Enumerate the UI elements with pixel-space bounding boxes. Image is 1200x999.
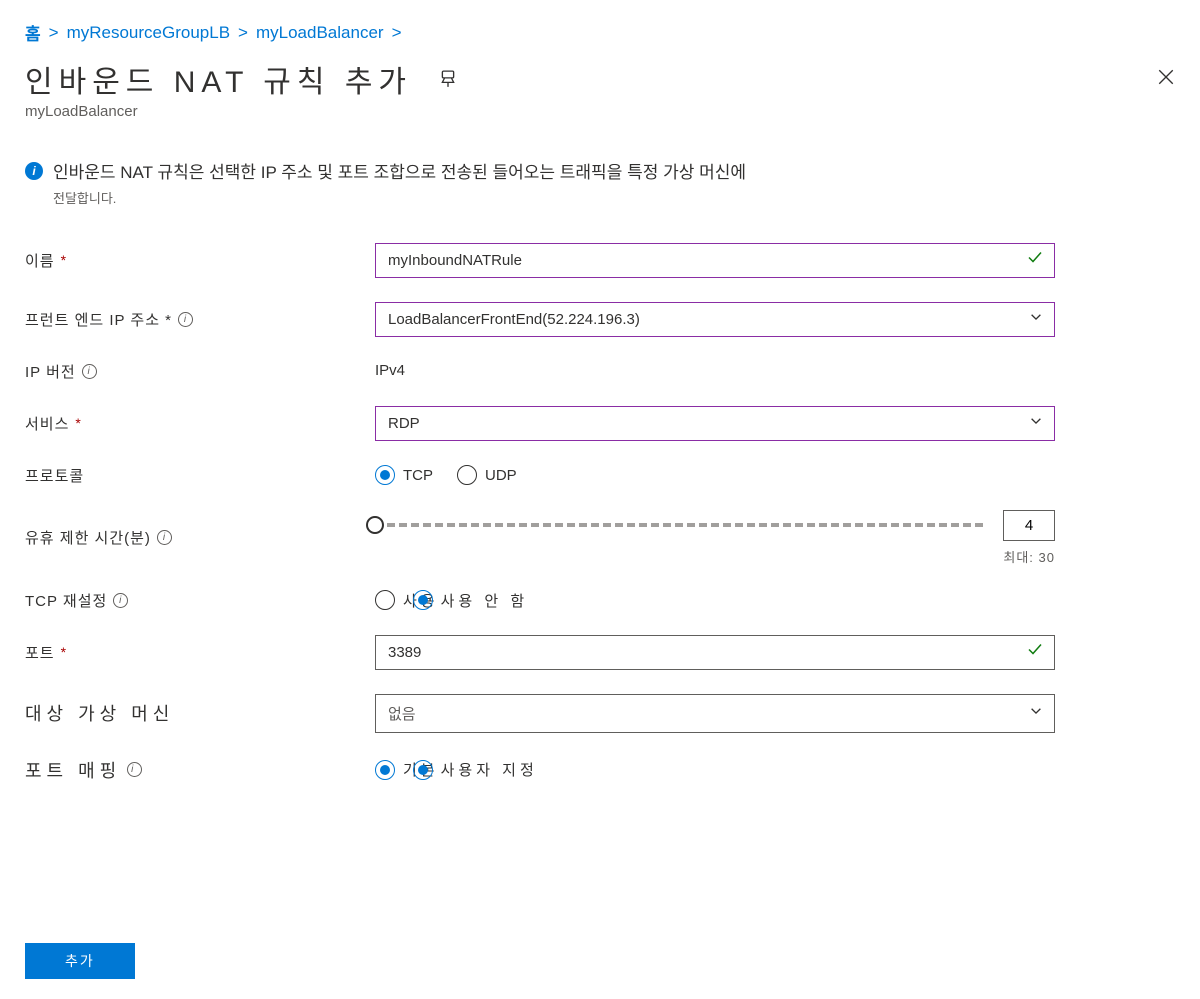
required-indicator: * (61, 644, 67, 660)
slider-thumb[interactable] (366, 516, 384, 534)
protocol-label: 프로토콜 (25, 465, 375, 486)
info-circle-icon[interactable]: i (157, 530, 172, 545)
target-vm-label: 대상 가상 머신 (25, 700, 375, 726)
info-circle-icon[interactable]: i (127, 762, 142, 777)
info-banner: i 인바운드 NAT 규칙은 선택한 IP 주소 및 포트 조합으로 전송된 들… (25, 160, 1175, 207)
name-input[interactable] (375, 243, 1055, 278)
port-input[interactable] (375, 635, 1055, 670)
breadcrumb-sep-icon: > (49, 23, 59, 43)
port-label: 포트 * (25, 642, 375, 663)
protocol-tcp-radio[interactable]: TCP (375, 465, 433, 485)
tcp-reset-label: TCP 재설정 i (25, 590, 375, 611)
name-label: 이름 * (25, 250, 375, 271)
idle-timeout-label: 유휴 제한 시간(분) i (25, 527, 375, 548)
idle-timeout-slider[interactable] (375, 523, 987, 527)
breadcrumb-home[interactable]: 홈 (25, 20, 41, 45)
ip-version-value: IPv4 (375, 362, 405, 379)
idle-timeout-value[interactable] (1003, 510, 1055, 541)
frontend-ip-label: 프런트 엔드 IP 주소 * i (25, 309, 375, 330)
page-title: 인바운드 NAT 규칙 추가 (25, 57, 412, 101)
frontend-ip-select[interactable]: LoadBalancerFrontEnd(52.224.196.3) (375, 302, 1055, 337)
protocol-udp-radio[interactable]: UDP (457, 465, 517, 485)
info-circle-icon[interactable]: i (113, 593, 128, 608)
info-circle-icon[interactable]: i (82, 364, 97, 379)
tcp-reset-disable-radio[interactable]: 사용 안 함 (413, 590, 529, 611)
pin-icon[interactable] (436, 67, 460, 91)
check-icon (1027, 642, 1043, 663)
required-indicator: * (61, 252, 67, 268)
service-label: 서비스 * (25, 413, 375, 434)
info-icon: i (25, 162, 43, 180)
add-button[interactable]: 추가 (25, 943, 135, 979)
page-subtitle: myLoadBalancer (25, 103, 1175, 120)
breadcrumb-sep-icon: > (238, 23, 248, 43)
service-select[interactable]: RDP (375, 406, 1055, 441)
breadcrumb-load-balancer[interactable]: myLoadBalancer (256, 23, 384, 43)
idle-timeout-max: 최대: 30 (375, 547, 1055, 566)
breadcrumb-resource-group[interactable]: myResourceGroupLB (67, 23, 230, 43)
info-text-line2: 전달합니다. (53, 188, 746, 207)
info-text-line1: 인바운드 NAT 규칙은 선택한 IP 주소 및 포트 조합으로 전송된 들어오… (53, 160, 746, 186)
breadcrumb: 홈 > myResourceGroupLB > myLoadBalancer > (25, 20, 1175, 45)
breadcrumb-sep-icon: > (392, 23, 402, 43)
port-mapping-label: 포트 매핑 i (25, 757, 375, 783)
info-circle-icon[interactable]: i (178, 312, 193, 327)
close-icon[interactable] (1157, 68, 1175, 91)
port-mapping-custom-radio[interactable]: 사용자 지정 (413, 759, 538, 780)
target-vm-select[interactable]: 없음 (375, 694, 1055, 733)
check-icon (1027, 250, 1043, 271)
required-indicator: * (75, 415, 81, 431)
ip-version-label: IP 버전 i (25, 361, 375, 382)
